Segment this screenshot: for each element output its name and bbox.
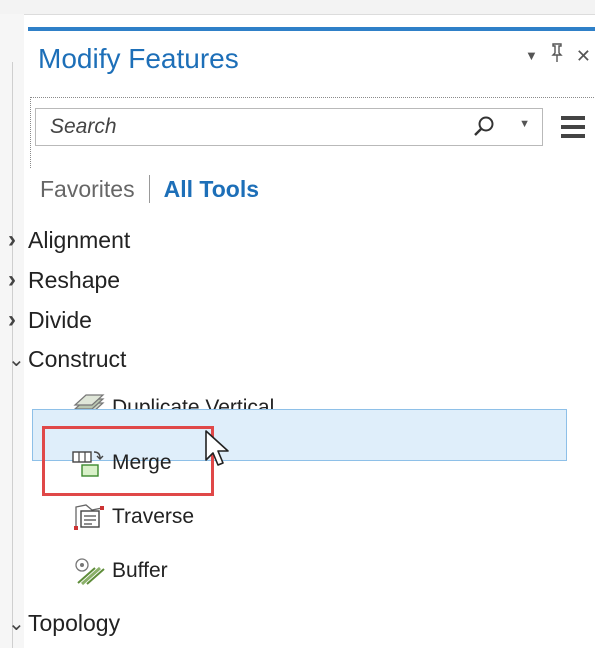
close-icon[interactable]: ✕ bbox=[576, 45, 591, 67]
tool-merge[interactable]: Merge bbox=[72, 443, 172, 483]
search-area: ▼ bbox=[30, 97, 595, 168]
search-options-chevron-icon[interactable]: ▼ bbox=[519, 118, 530, 130]
merge-icon bbox=[72, 448, 106, 478]
menu-icon[interactable] bbox=[561, 116, 585, 138]
chevron-right-icon bbox=[8, 226, 28, 254]
group-label: Reshape bbox=[28, 266, 121, 293]
tab-all-tools[interactable]: All Tools bbox=[164, 176, 259, 203]
chevron-down-icon bbox=[8, 347, 28, 372]
tool-buffer[interactable]: Buffer bbox=[72, 551, 168, 591]
pane-title: Modify Features bbox=[38, 43, 239, 74]
tab-separator bbox=[148, 175, 150, 203]
search-box: ▼ bbox=[35, 108, 543, 146]
tool-filter-tabs: Favorites All Tools bbox=[40, 175, 259, 203]
group-alignment[interactable]: Alignment bbox=[8, 226, 130, 254]
group-reshape[interactable]: Reshape bbox=[8, 266, 120, 294]
search-input[interactable] bbox=[36, 109, 466, 145]
tool-label: Traverse bbox=[112, 505, 195, 528]
group-label: Divide bbox=[28, 306, 92, 333]
group-label: Construct bbox=[28, 346, 127, 372]
tool-label: Merge bbox=[112, 451, 172, 474]
pane-options-arrow-icon[interactable]: ▼ bbox=[525, 45, 538, 67]
group-label: Topology bbox=[28, 610, 121, 636]
chevron-right-icon bbox=[8, 266, 28, 294]
tool-traverse[interactable]: Traverse bbox=[72, 497, 194, 537]
mouse-cursor-icon bbox=[202, 428, 232, 468]
chevron-down-icon bbox=[8, 611, 28, 636]
group-construct[interactable]: Construct bbox=[8, 346, 126, 373]
group-divide[interactable]: Divide bbox=[8, 306, 92, 334]
tool-label: Buffer bbox=[112, 559, 168, 582]
traverse-icon bbox=[72, 502, 106, 532]
tab-favorites[interactable]: Favorites bbox=[40, 176, 135, 203]
group-topology[interactable]: Topology bbox=[8, 610, 120, 637]
window-top-strip bbox=[0, 0, 595, 15]
chevron-right-icon bbox=[8, 306, 28, 334]
group-label: Alignment bbox=[28, 226, 131, 253]
pin-icon[interactable] bbox=[550, 43, 564, 68]
buffer-icon bbox=[72, 556, 106, 586]
search-icon[interactable] bbox=[472, 115, 496, 139]
pane-controls: ▼ ✕ bbox=[525, 43, 591, 68]
